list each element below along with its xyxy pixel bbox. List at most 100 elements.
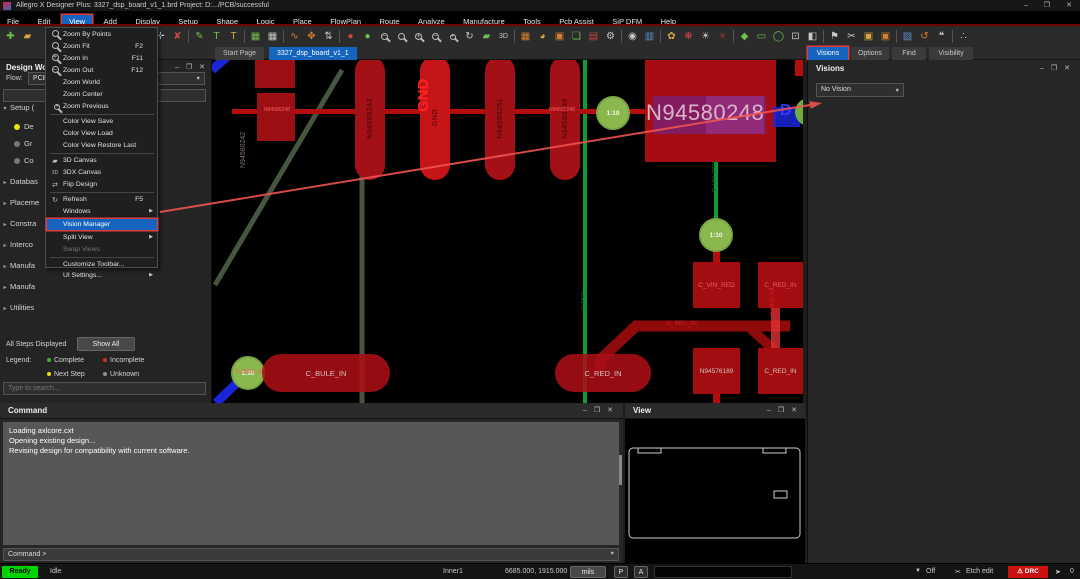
pcb-square-pad[interactable]: C_VIN_RED: [693, 262, 740, 308]
pcb-pad-oval[interactable]: N94580248: [550, 60, 580, 180]
open-drawing-icon[interactable]: ▰: [19, 28, 36, 44]
copy-view-icon[interactable]: ▣: [551, 28, 568, 44]
command-log[interactable]: Loading axlcore.cxt Opening existing des…: [3, 422, 619, 545]
panel-minimize-icon[interactable]: –: [175, 64, 179, 71]
pcb-pad-oval[interactable]: N94580242: [355, 60, 385, 180]
panel-float-icon[interactable]: ❐: [594, 407, 600, 414]
menu-item-zoom-center[interactable]: Zoom Center: [47, 89, 157, 100]
panel-close-icon[interactable]: ✕: [791, 407, 797, 414]
panel-close-icon[interactable]: ✕: [1064, 65, 1070, 72]
menu-item-windows[interactable]: Windows▶: [47, 206, 157, 217]
3d-label-icon[interactable]: 3D: [495, 28, 512, 44]
info-doc-icon[interactable]: ▥: [641, 28, 658, 44]
pcb-square-pad[interactable]: N94576189: [693, 348, 740, 394]
tab-find[interactable]: Find: [892, 47, 926, 60]
menu-item-zoom-previous[interactable]: Zoom Previous: [47, 101, 157, 112]
component-select-icon[interactable]: ▦: [264, 28, 281, 44]
zoom-in-icon[interactable]: [410, 28, 427, 44]
search-input[interactable]: [3, 382, 206, 395]
rect-add-icon[interactable]: ▭: [753, 28, 770, 44]
panel-close-icon[interactable]: ✕: [607, 407, 613, 414]
route-icon[interactable]: ∿: [286, 28, 303, 44]
palette-icon[interactable]: ❋: [680, 28, 697, 44]
unpin-icon[interactable]: ✘: [169, 28, 186, 44]
select-shape-icon[interactable]: ⊡: [787, 28, 804, 44]
via-icon[interactable]: ⇅: [320, 28, 337, 44]
share-icon[interactable]: ∴: [955, 28, 972, 44]
units-button[interactable]: mils: [570, 566, 606, 578]
cut-route-icon[interactable]: ✂: [843, 28, 860, 44]
vision-select-dropdown[interactable]: No Vision ▼: [816, 83, 904, 97]
show-all-button[interactable]: Show All: [77, 337, 135, 351]
eye-icon[interactable]: ◉: [624, 28, 641, 44]
board-overview[interactable]: [625, 419, 805, 563]
pcb-pad[interactable]: [255, 60, 295, 88]
flag-route-icon[interactable]: ⚑: [826, 28, 843, 44]
a-toggle-button[interactable]: A: [634, 566, 648, 578]
window-minimize-button[interactable]: –: [1024, 0, 1028, 11]
tab-visions[interactable]: Visions: [808, 47, 848, 60]
window-close-button[interactable]: ✕: [1066, 0, 1072, 11]
component-add-icon[interactable]: ▦: [247, 28, 264, 44]
camera-settings-icon[interactable]: ▣: [860, 28, 877, 44]
menu-item-refresh[interactable]: ↻RefreshF5: [47, 194, 157, 205]
tab-start-page[interactable]: Start Page: [215, 47, 264, 60]
refresh-icon[interactable]: ↻: [461, 28, 478, 44]
drc-status-badge[interactable]: ⚠ DRC: [1008, 566, 1048, 578]
pcb-pad[interactable]: [257, 93, 295, 141]
color-wheel-icon[interactable]: ◕: [534, 28, 551, 44]
lamp-icon[interactable]: ✿: [663, 28, 680, 44]
chart-icon[interactable]: ▨: [899, 28, 916, 44]
menu-item-color-view-load[interactable]: Color View Load: [47, 128, 157, 139]
panel-float-icon[interactable]: ❐: [778, 407, 784, 414]
contrast-icon[interactable]: ◧: [804, 28, 821, 44]
settings-icon[interactable]: ⚙: [602, 28, 619, 44]
menu-item-flip-design[interactable]: ⇄Flip Design: [47, 179, 157, 190]
pcb-square-pad[interactable]: C_RED_IN: [758, 262, 803, 308]
menu-item-3d-canvas[interactable]: ▰3D Canvas: [47, 155, 157, 166]
camera-target-icon[interactable]: ▣: [877, 28, 894, 44]
pcb-square-pad[interactable]: C_RED_IN: [758, 348, 803, 394]
menu-item-vision-manager[interactable]: Vision Manager: [47, 219, 157, 230]
splitter-handle[interactable]: [619, 455, 622, 485]
panel-minimize-icon[interactable]: –: [583, 407, 587, 414]
menu-item-color-view-restore[interactable]: Color View Restore Last: [47, 140, 157, 151]
shove-on-icon[interactable]: ●: [359, 28, 376, 44]
tree-item-utilities[interactable]: ▸Utilities: [0, 302, 212, 314]
menu-item-split-view[interactable]: Split View▶: [47, 232, 157, 243]
zoom-out-icon[interactable]: [427, 28, 444, 44]
tree-item-manufacturing-2[interactable]: ▸Manufa: [0, 281, 212, 293]
grab-icon[interactable]: ✥: [303, 28, 320, 44]
sync-icon[interactable]: ↺: [916, 28, 933, 44]
comment-icon[interactable]: ❝: [933, 28, 950, 44]
pcb-pad-oval[interactable]: N94580251: [485, 60, 515, 180]
menu-item-zoom-out[interactable]: Zoom OutF12: [47, 65, 157, 76]
menu-item-customize-toolbar[interactable]: Customize Toolbar...: [47, 259, 157, 270]
menu-item-3dx-canvas[interactable]: 3D3DX Canvas: [47, 167, 157, 178]
tab-visibility[interactable]: Visibility: [929, 47, 973, 60]
panel-minimize-icon[interactable]: –: [767, 407, 771, 414]
draw-add-icon[interactable]: ✎: [191, 28, 208, 44]
brightness-on-icon[interactable]: ☀: [697, 28, 714, 44]
text-add-icon[interactable]: T: [208, 28, 225, 44]
zoom-find-icon[interactable]: [393, 28, 410, 44]
panel-close-icon[interactable]: ✕: [199, 64, 205, 71]
menu-item-zoom-in[interactable]: Zoom InF11: [47, 53, 157, 64]
panel-minimize-icon[interactable]: –: [1040, 65, 1044, 72]
text-edit-icon[interactable]: T: [225, 28, 242, 44]
shove-off-icon[interactable]: ●: [342, 28, 359, 44]
chevron-down-icon[interactable]: ▼: [610, 549, 615, 560]
polygon-add-icon[interactable]: ◆: [736, 28, 753, 44]
report-icon[interactable]: ▤: [585, 28, 602, 44]
panel-float-icon[interactable]: ❐: [1051, 65, 1057, 72]
brightness-off-icon[interactable]: ☀: [714, 28, 731, 44]
pcb-net-oval[interactable]: C_RED_IN: [555, 354, 651, 392]
3d-canvas-icon[interactable]: ▰: [478, 28, 495, 44]
p-toggle-button[interactable]: P: [614, 566, 628, 578]
menu-item-zoom-world[interactable]: Zoom World: [47, 77, 157, 88]
menu-item-color-view-save[interactable]: Color View Save: [47, 116, 157, 127]
grid-icon[interactable]: ▦: [517, 28, 534, 44]
filter-funnel-icon[interactable]: ▼: [915, 568, 921, 574]
menu-item-ui-settings[interactable]: UI Settings...▶: [47, 271, 157, 280]
pcb-canvas[interactable]: N94580242 N94580242 GND N94580251 N94580…: [212, 60, 803, 403]
